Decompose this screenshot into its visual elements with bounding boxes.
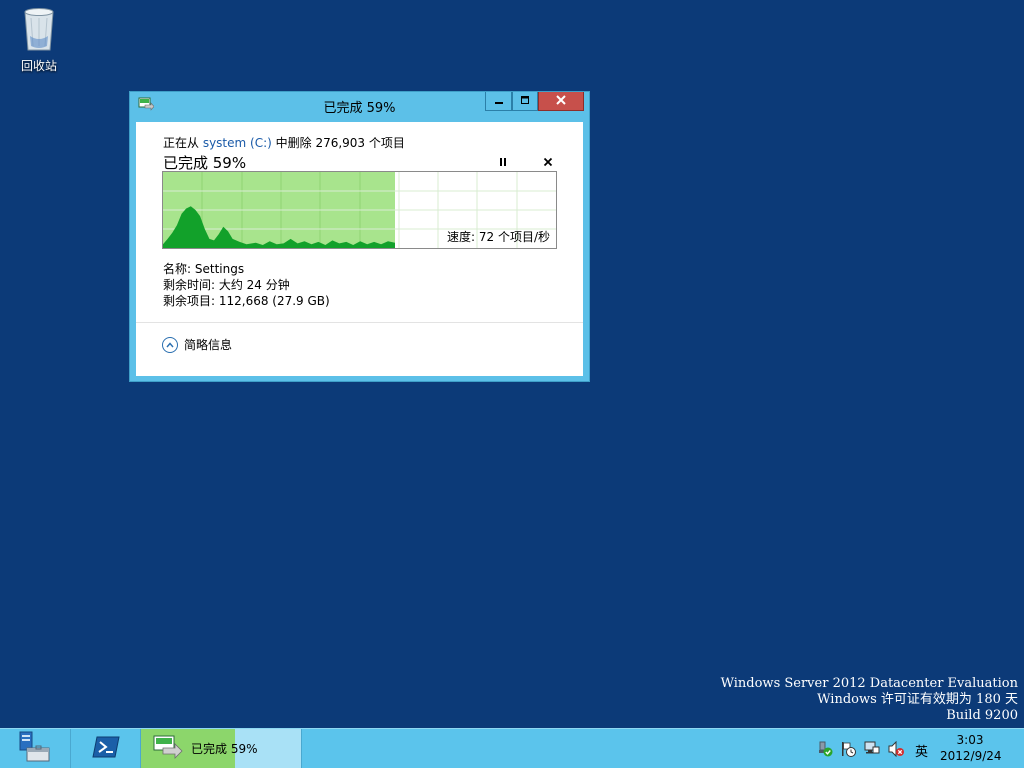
operation-status: 正在从 system (C:) 中删除 276,903 个项目 [163, 134, 405, 151]
server-manager-button[interactable] [0, 729, 70, 768]
powershell-button[interactable] [70, 729, 141, 768]
chevron-up-icon [162, 336, 178, 353]
time-remaining: 剩余时间: 大约 24 分钟 [163, 278, 290, 292]
close-icon [555, 94, 567, 108]
item-name: 名称: Settings [163, 262, 245, 276]
taskbar: 已完成 59% 英 3:03 2012/9/24 [0, 728, 1024, 768]
taskbar-delete-progress[interactable]: 已完成 59% [140, 729, 302, 768]
recycle-bin-icon [19, 8, 59, 55]
dialog-client-area: 正在从 system (C:) 中删除 276,903 个项目 已完成 59% … [136, 122, 583, 376]
minimize-button[interactable] [485, 92, 512, 111]
cancel-button[interactable] [542, 156, 554, 168]
network-icon[interactable] [864, 741, 880, 757]
watermark-edition: Windows Server 2012 Datacenter Evaluatio… [720, 676, 1018, 691]
taskbar-task-label: 已完成 59% [191, 742, 258, 756]
recycle-bin-label: 回收站 [20, 59, 57, 73]
pause-icon [497, 157, 509, 171]
maximize-icon [520, 94, 530, 108]
status-prefix: 正在从 [163, 136, 203, 150]
watermark-license: Windows 许可证有效期为 180 天 [817, 692, 1018, 707]
speed-readout: 速度: 72 个项目/秒 [447, 230, 550, 244]
powershell-icon [92, 736, 120, 761]
clock-time: 3:03 [956, 733, 984, 747]
percent-complete-heading: 已完成 59% [163, 154, 247, 172]
recycle-bin[interactable]: 回收站 [12, 6, 66, 74]
items-remaining: 剩余项目: 112,668 (27.9 GB) [163, 294, 330, 308]
clock[interactable]: 3:03 2012/9/24 [940, 732, 1002, 764]
input-method-indicator[interactable]: 英 [915, 741, 928, 760]
fewer-details-toggle[interactable]: 简略信息 [162, 336, 232, 353]
volume-muted-icon[interactable] [888, 740, 904, 758]
speed-graph: 速度: 72 个项目/秒 [162, 171, 557, 249]
operation-details: 名称: Settings 剩余时间: 大约 24 分钟 剩余项目: 112,66… [163, 261, 330, 309]
details-divider [136, 322, 583, 323]
server-manager-icon [18, 730, 52, 767]
status-suffix: 中删除 276,903 个项目 [271, 136, 405, 150]
action-center-icon[interactable] [817, 741, 833, 757]
file-delete-icon [153, 735, 183, 762]
source-drive-link[interactable]: system (C:) [203, 136, 272, 150]
dialog-titlebar[interactable]: 已完成 59% [130, 92, 589, 117]
flag-icon[interactable] [840, 741, 856, 757]
pause-button[interactable] [497, 156, 509, 168]
clock-date: 2012/9/24 [940, 749, 1002, 763]
delete-progress-dialog: 已完成 59% 正在从 system (C:) 中删除 276,903 个项目 … [129, 91, 590, 382]
fewer-details-label: 简略信息 [184, 338, 233, 352]
maximize-button[interactable] [512, 92, 538, 111]
watermark-build: Build 9200 [946, 708, 1018, 723]
minimize-icon [494, 94, 504, 108]
os-watermark: Windows Server 2012 Datacenter Evaluatio… [721, 676, 1018, 724]
close-button[interactable] [538, 92, 584, 111]
cancel-icon [542, 157, 554, 171]
